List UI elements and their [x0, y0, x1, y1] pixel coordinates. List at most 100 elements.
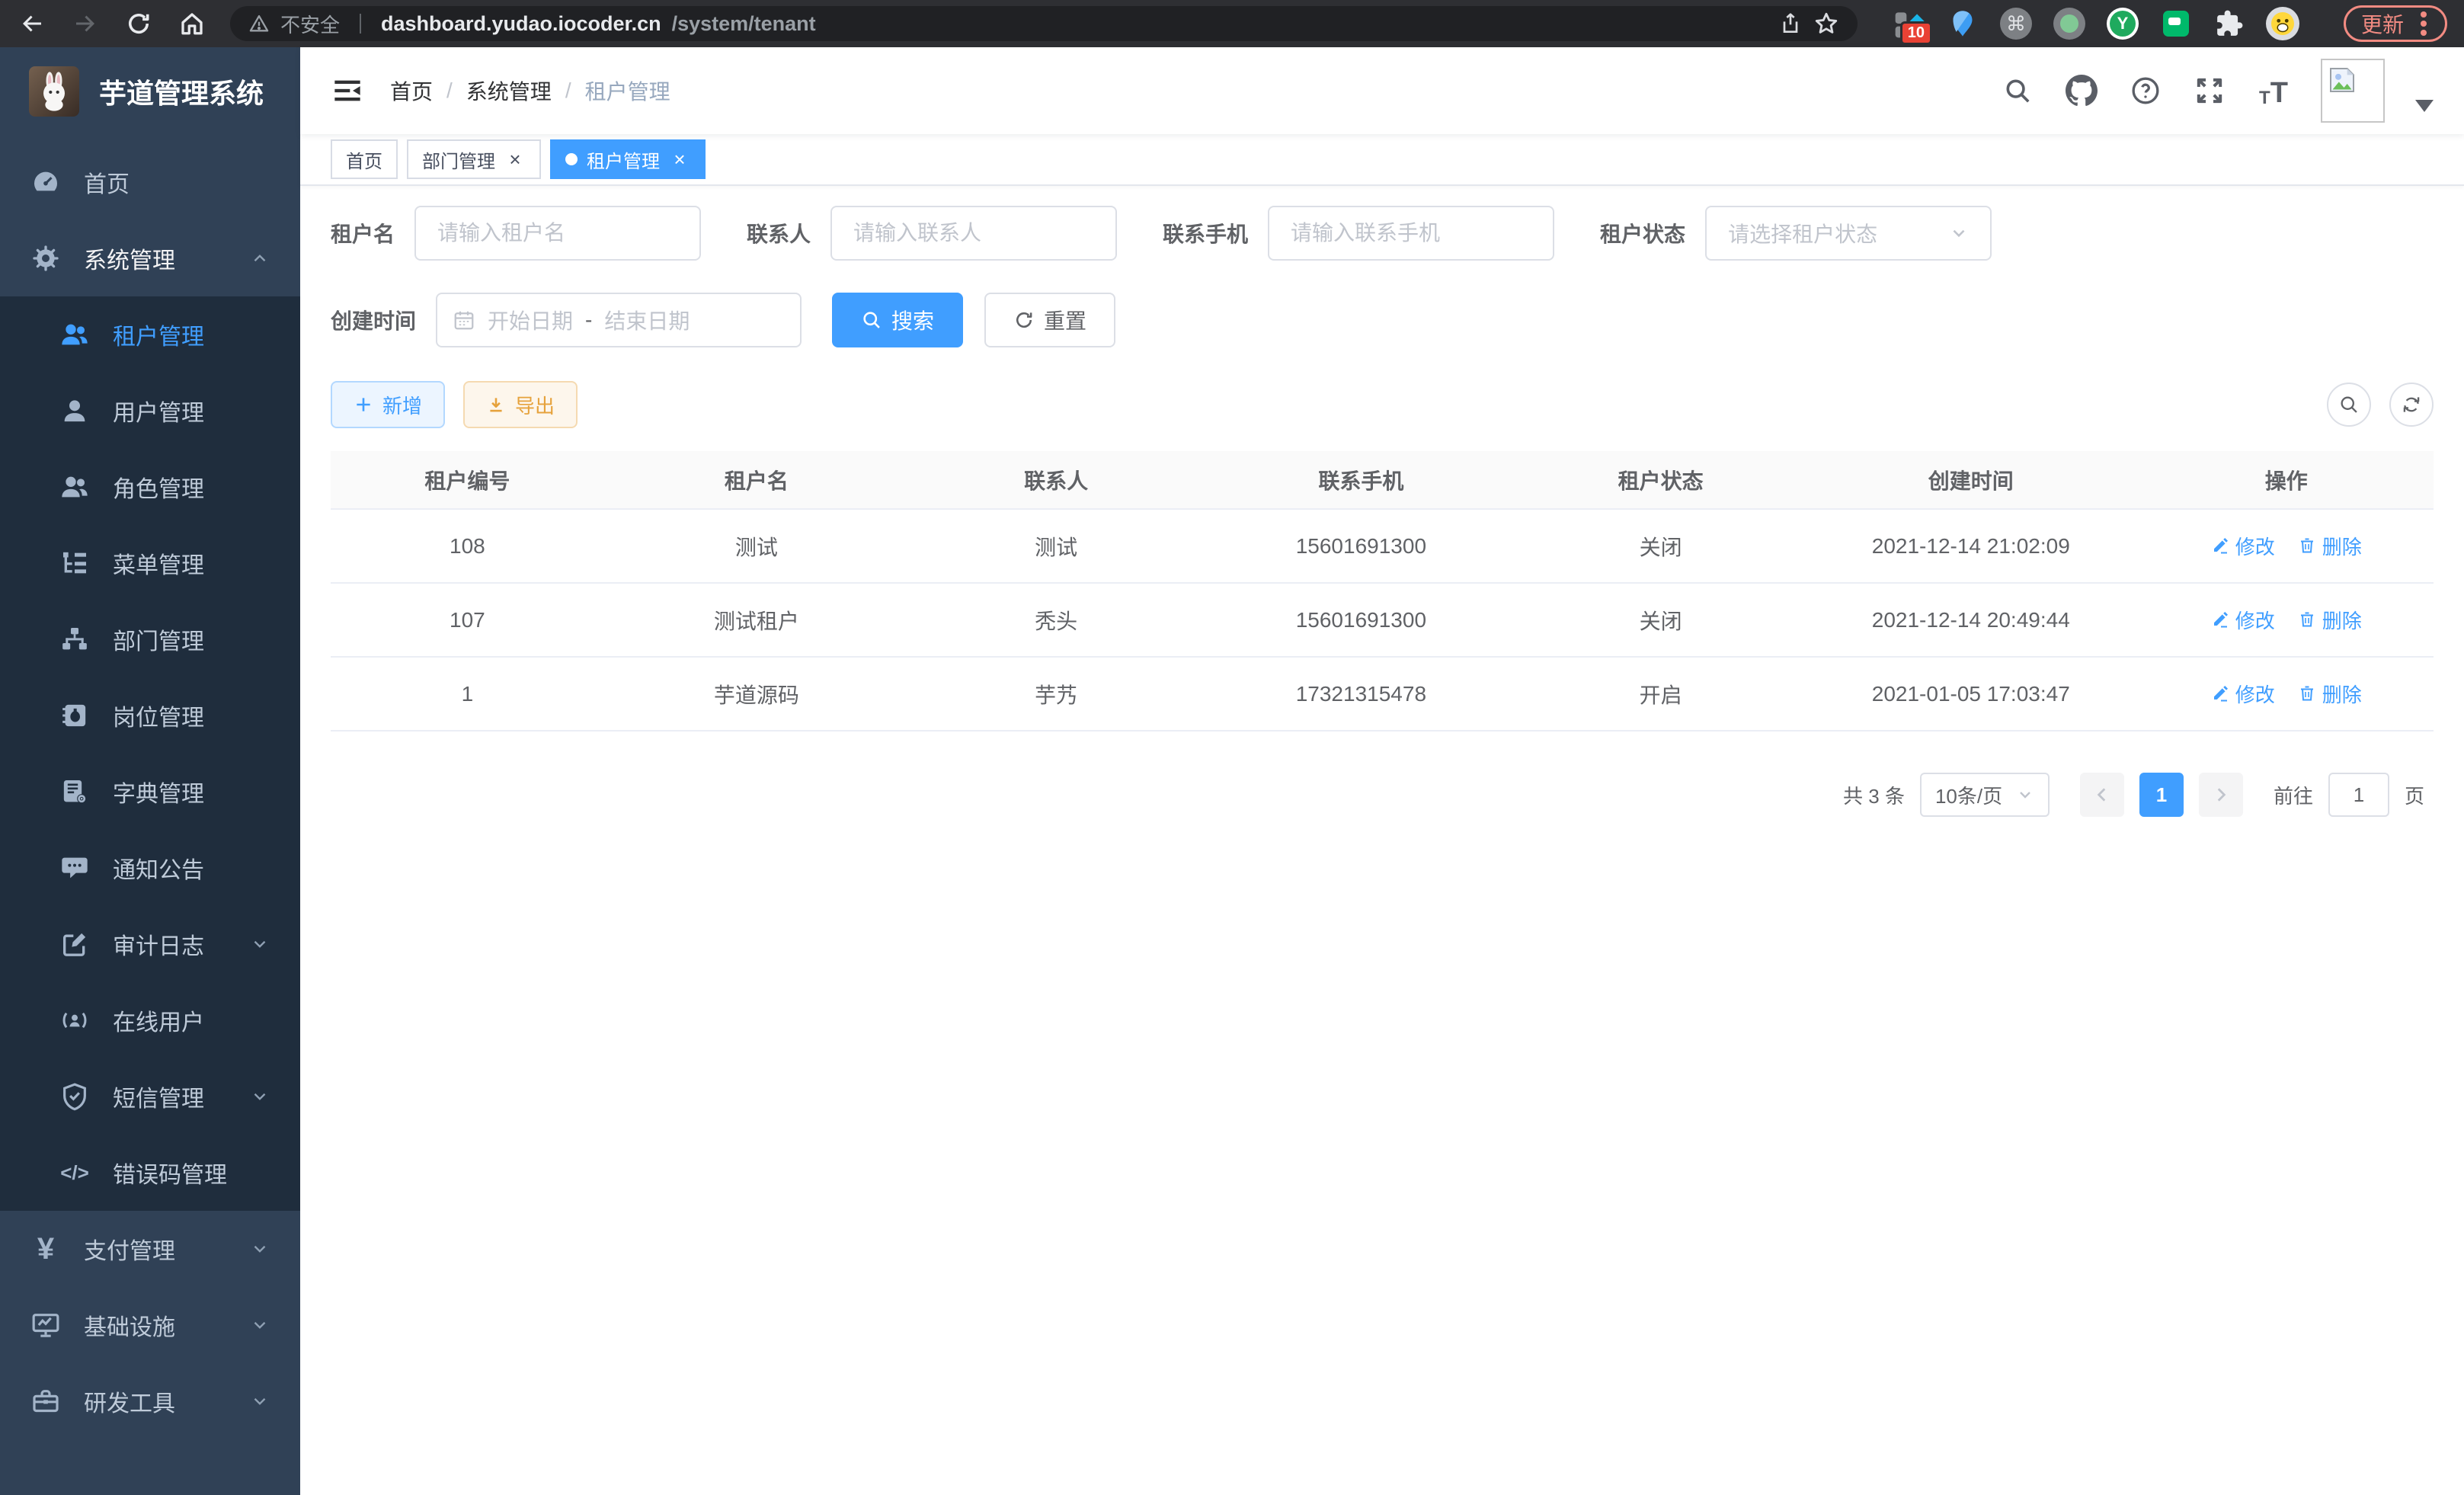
extension-icon-2[interactable] [1946, 7, 1979, 40]
font-size-icon[interactable]: TT [2257, 74, 2290, 107]
browser-menu-icon[interactable] [2421, 21, 2427, 27]
tab-label: 租户管理 [587, 146, 660, 173]
hide-search-button[interactable] [2327, 383, 2371, 427]
sidebar-item-dev[interactable]: 研发工具 [0, 1363, 300, 1439]
status-cell: 关闭 [1518, 583, 1803, 657]
edit-link[interactable]: 修改 [2211, 606, 2275, 634]
tenant-name-input[interactable] [437, 221, 678, 245]
next-page-button[interactable] [2199, 773, 2243, 817]
sidebar-item-label: 角色管理 [113, 470, 271, 504]
contact-input[interactable] [853, 221, 1094, 245]
avatar-dropdown-caret[interactable] [2415, 100, 2434, 112]
header-search-icon[interactable] [2001, 74, 2034, 107]
contact-field [830, 206, 1117, 261]
bookmark-star-icon[interactable] [1813, 11, 1839, 37]
download-icon [486, 395, 506, 415]
tab-dept[interactable]: 部门管理 × [407, 139, 541, 179]
plus-icon [354, 395, 373, 415]
sidebar-item-infra[interactable]: 基础设施 [0, 1287, 300, 1363]
sidebar-item-pay[interactable]: ¥ 支付管理 [0, 1211, 300, 1287]
tab-tenant[interactable]: 租户管理 × [550, 139, 706, 179]
breadcrumb-system[interactable]: 系统管理 [466, 75, 552, 106]
extension-icon-6[interactable] [2159, 7, 2193, 40]
mobile-field [1268, 206, 1554, 261]
share-icon[interactable] [1778, 11, 1803, 36]
yen-icon: ¥ [29, 1232, 62, 1266]
edit-link[interactable]: 修改 [2211, 680, 2275, 708]
refresh-icon [1013, 309, 1035, 331]
sidebar-item-label: 岗位管理 [113, 699, 271, 732]
date-start-placeholder: 开始日期 [488, 305, 573, 335]
logo-row[interactable]: 芋道管理系统 [0, 47, 300, 135]
sidebar-item-audit[interactable]: 审计日志 [0, 906, 300, 982]
sidebar-item-home[interactable]: 首页 [0, 144, 300, 220]
sidebar-collapse-icon[interactable] [331, 74, 364, 107]
sidebar-item-label: 租户管理 [113, 318, 271, 351]
sidebar-item-user[interactable]: 用户管理 [0, 373, 300, 449]
chevron-up-icon [248, 247, 271, 270]
search-button[interactable]: 搜索 [832, 293, 963, 347]
update-button[interactable]: 更新 [2344, 5, 2447, 42]
chevron-down-icon [248, 1314, 271, 1337]
sidebar-item-errcode[interactable]: </> 错误码管理 [0, 1135, 300, 1211]
sidebar-item-system[interactable]: 系统管理 [0, 220, 300, 296]
sidebar-item-role[interactable]: 角色管理 [0, 449, 300, 525]
date-range-picker[interactable]: 开始日期 - 结束日期 [436, 293, 802, 347]
sidebar-item-notice[interactable]: 通知公告 [0, 830, 300, 906]
refresh-table-button[interactable] [2389, 383, 2434, 427]
browser-reload-icon[interactable] [123, 8, 154, 39]
delete-link[interactable]: 删除 [2298, 680, 2362, 708]
search-icon [2338, 394, 2360, 415]
sidebar-item-label: 基础设施 [84, 1308, 248, 1342]
extension-icon-3[interactable]: ⌘ [1999, 7, 2033, 40]
sidebar-item-menu[interactable]: 菜单管理 [0, 525, 300, 601]
help-icon[interactable] [2129, 74, 2162, 107]
address-bar[interactable]: 不安全 dashboard.yudao.iocoder.cn/system/te… [230, 6, 1858, 41]
user-avatar[interactable] [2321, 59, 2385, 123]
page-number-1[interactable]: 1 [2139, 773, 2184, 817]
table-header-row: 租户编号 租户名 联系人 联系手机 租户状态 创建时间 操作 [331, 451, 2434, 509]
breadcrumb-current: 租户管理 [585, 75, 670, 106]
profile-avatar-icon[interactable] [2266, 7, 2299, 40]
close-icon[interactable]: × [504, 149, 526, 170]
browser-back-icon[interactable] [17, 8, 47, 39]
reset-button[interactable]: 重置 [984, 293, 1115, 347]
sidebar-item-sms[interactable]: 短信管理 [0, 1058, 300, 1135]
tab-home[interactable]: 首页 [331, 139, 398, 179]
chevron-down-icon [2016, 786, 2034, 804]
prev-page-button[interactable] [2080, 773, 2124, 817]
sidebar-item-label: 部门管理 [113, 623, 271, 656]
browser-home-icon[interactable] [177, 8, 207, 39]
status-select[interactable]: 请选择租户状态 [1705, 206, 1992, 261]
extensions-puzzle-icon[interactable] [2213, 7, 2246, 40]
delete-link[interactable]: 删除 [2298, 606, 2362, 634]
extension-area: 10 ⌘ Y [1893, 7, 2299, 40]
extension-icon-4[interactable] [2053, 7, 2086, 40]
close-icon[interactable]: × [669, 149, 690, 170]
sidebar-item-post[interactable]: 岗位管理 [0, 677, 300, 754]
sidebar-item-label: 首页 [84, 165, 271, 199]
export-button[interactable]: 导出 [463, 381, 578, 428]
page-size-select[interactable]: 10条/页 [1920, 773, 2050, 817]
sidebar-item-dict[interactable]: 字典管理 [0, 754, 300, 830]
github-icon[interactable] [2065, 74, 2098, 107]
extension-icon-5[interactable]: Y [2106, 7, 2139, 40]
edit-link[interactable]: 修改 [2211, 532, 2275, 560]
goto-page-input[interactable] [2328, 773, 2389, 817]
security-warning-icon[interactable] [248, 13, 270, 34]
sidebar-item-online[interactable]: 在线用户 [0, 982, 300, 1058]
refresh-icon [2401, 394, 2422, 415]
gear-icon [29, 242, 62, 275]
breadcrumb-home[interactable]: 首页 [390, 75, 433, 106]
add-button[interactable]: 新增 [331, 381, 445, 428]
extension-icon-1[interactable]: 10 [1893, 7, 1926, 40]
tags-view: 首页 部门管理 × 租户管理 × [300, 134, 2464, 186]
pagination-total: 共 3 条 [1843, 781, 1905, 809]
sidebar-item-dept[interactable]: 部门管理 [0, 601, 300, 677]
table-row: 1 芋道源码 芋艿 17321315478 开启 2021-01-05 17:0… [331, 657, 2434, 731]
sidebar-item-tenant[interactable]: 租户管理 [0, 296, 300, 373]
browser-forward-icon[interactable] [70, 8, 101, 39]
mobile-input[interactable] [1291, 221, 1531, 245]
fullscreen-icon[interactable] [2193, 74, 2226, 107]
delete-link[interactable]: 删除 [2298, 532, 2362, 560]
